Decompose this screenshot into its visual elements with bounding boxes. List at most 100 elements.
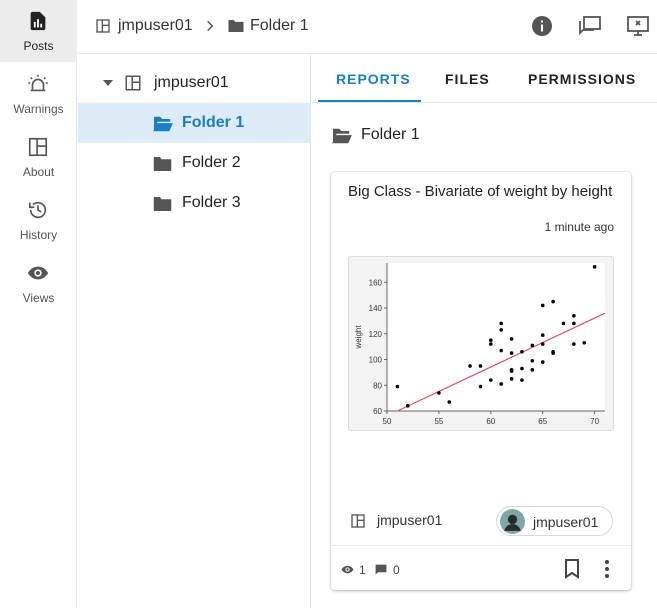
tree-item-label: Folder 3 [182,194,241,211]
tree-item-folder-1[interactable]: Folder 1 [78,103,311,143]
tab-reports[interactable]: REPORTS [336,71,411,87]
y-tick-label: 140 [369,304,383,313]
author-chip[interactable]: jmpuser01 [496,506,613,536]
report-card[interactable]: Big Class - Bivariate of weight by heigh… [331,172,631,590]
data-point [520,366,524,371]
y-tick-label: 160 [369,278,383,287]
x-tick-label: 50 [383,417,392,426]
tree-item-label: Folder 2 [182,154,241,171]
about-icon [28,137,48,157]
data-point [499,321,503,326]
comment-count: 0 [393,563,400,577]
tab-indicator [318,100,421,102]
x-tick-label: 65 [538,417,547,426]
data-point [447,400,452,404]
rail-item-views[interactable]: Views [0,252,77,314]
space-icon [96,19,110,33]
report-thumbnail[interactable]: 60 80 100 120 140 160 50 55 60 65 70 weight height [348,256,614,431]
warnings-icon [28,74,48,92]
views-icon [27,266,49,280]
data-point [478,364,483,368]
y-axis-label: weight [354,325,363,350]
report-title[interactable]: Big Class - Bivariate of weight by heigh… [348,182,618,201]
data-point [437,391,441,395]
views-icon [341,565,354,574]
rail-label-about: About [22,165,55,179]
data-point [572,342,576,346]
y-tick-label: 120 [369,330,383,339]
tab-files[interactable]: FILES [445,71,490,87]
rail-label-views: Views [22,291,55,305]
data-point [509,351,514,355]
data-point [509,337,514,341]
tree-item-folder-2[interactable]: Folder 2 [78,143,311,183]
space-icon [351,514,365,528]
comments-icon[interactable] [578,14,602,38]
tree-item-folder-3[interactable]: Folder 3 [78,183,311,223]
data-point [572,321,576,326]
x-tick-label: 60 [486,417,495,426]
data-point [551,350,555,354]
data-point [530,343,535,348]
bookmark-icon[interactable] [564,559,580,579]
data-point [499,328,503,332]
data-point [509,377,514,381]
breadcrumb-space[interactable]: jmpuser01 [118,17,193,35]
rail-label-history: History [19,228,58,242]
info-icon[interactable] [530,14,554,38]
folder-icon [153,197,172,211]
breadcrumb-folder[interactable]: Folder 1 [250,17,309,35]
tree-item-label: Folder 1 [182,114,245,131]
x-tick-label: 55 [434,417,443,426]
data-point [520,350,524,354]
data-point [540,360,545,364]
present-icon[interactable] [626,14,650,38]
content-tabs: REPORTS FILES PERMISSIONS [312,55,657,103]
data-point [520,378,524,382]
tree-root[interactable]: jmpuser01 [78,63,311,103]
more-options-icon[interactable] [603,559,611,579]
data-point [395,384,400,389]
card-footer: 1 0 [331,545,631,590]
data-point [489,342,493,346]
comment-icon [375,564,387,575]
data-point [489,338,493,343]
data-point [561,321,566,326]
rail-label-warnings: Warnings [13,102,64,116]
plot-area [387,263,605,411]
tab-permissions[interactable]: PERMISSIONS [528,71,636,87]
posts-icon [30,11,46,31]
y-tick-label: 80 [373,381,382,390]
scatter-chart: 60 80 100 120 140 160 50 55 60 65 70 weight height [354,263,606,431]
rail-item-warnings[interactable]: Warnings [0,63,77,125]
report-timestamp: 1 minute ago [544,220,614,234]
data-point [540,303,545,308]
report-space: jmpuser01 [377,512,443,528]
rail-label-posts: Posts [23,39,54,53]
data-point [499,382,503,386]
caret-down-icon[interactable] [103,79,113,87]
content-folder-title: Folder 1 [361,126,420,143]
folder-open-icon [153,116,173,132]
data-point [551,299,555,304]
top-bar: jmpuser01 Folder 1 [77,0,657,54]
avatar [500,509,525,534]
space-icon [125,75,141,91]
author-name: jmpuser01 [533,514,599,530]
data-point [592,265,597,269]
data-point [509,368,514,372]
rail-item-about[interactable]: About [0,126,77,188]
history-icon [28,201,47,219]
folder-icon [228,20,244,32]
data-point [405,404,410,408]
data-point [540,333,545,337]
view-count: 1 [359,563,366,577]
nav-rail: Posts Warnings About History Views [0,0,77,608]
data-point [468,364,472,368]
data-point [572,313,576,318]
x-axis-label: height [485,429,508,431]
rail-item-posts[interactable]: Posts [0,0,77,62]
tree-root-label: jmpuser01 [154,74,229,91]
x-tick-label: 70 [590,417,599,426]
rail-item-history[interactable]: History [0,189,77,251]
